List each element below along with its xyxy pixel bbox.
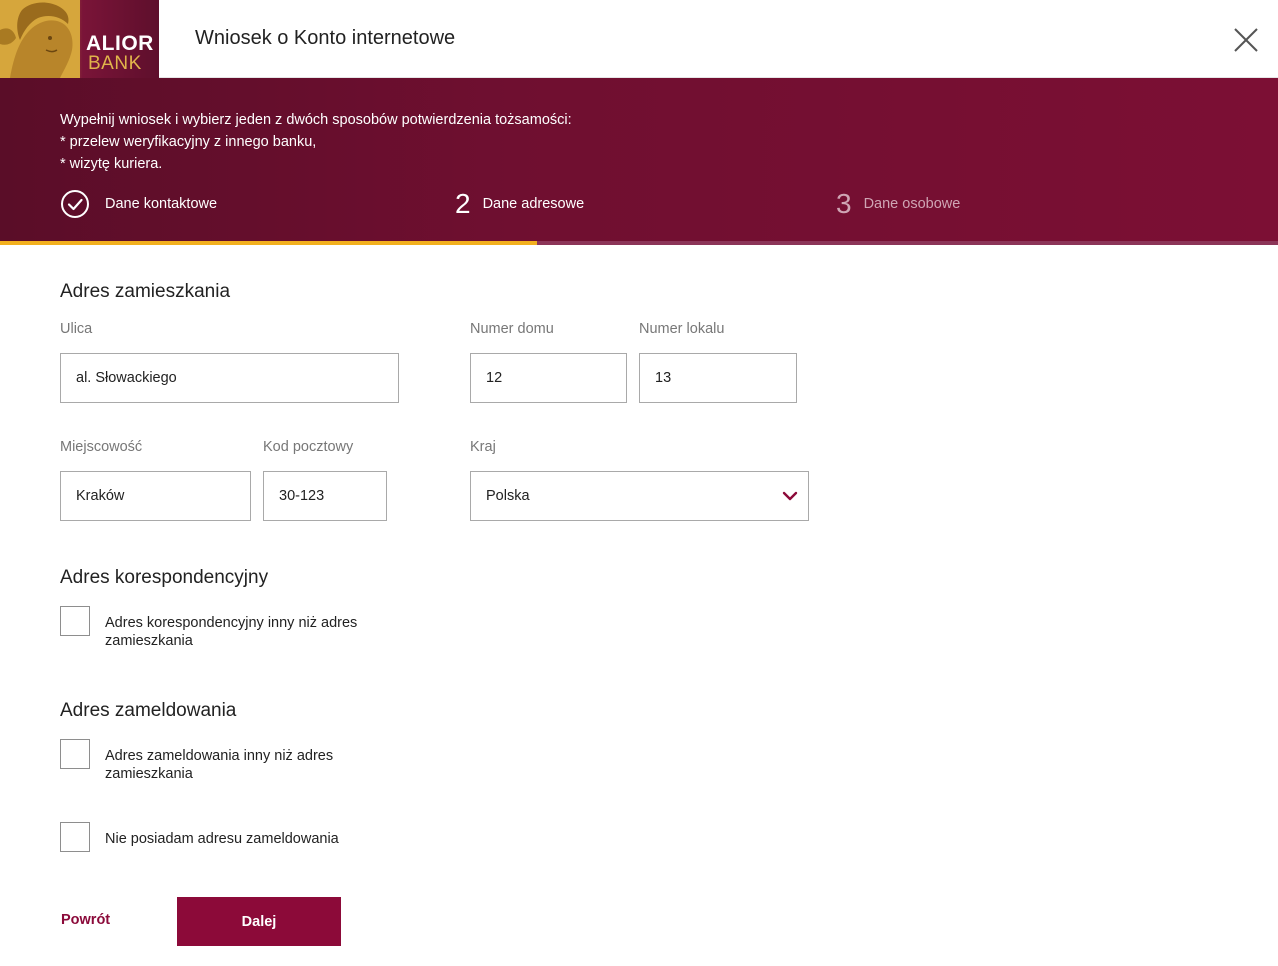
logo-bank-text: BANK: [88, 53, 142, 74]
country-selected-value: Polska: [486, 488, 530, 504]
next-button[interactable]: Dalej: [177, 897, 341, 946]
city-input[interactable]: [76, 488, 235, 504]
no-registration-label[interactable]: Nie posiadam adresu zameldowania: [105, 830, 339, 848]
banner-option-transfer: * przelew weryfikacyjny z innego banku,: [60, 134, 317, 150]
step-label: Dane kontaktowe: [105, 196, 218, 212]
alior-bank-logo[interactable]: ALIOR BANK: [0, 0, 159, 78]
page-title: Wniosek o Konto internetowe: [195, 27, 456, 49]
flat-number-input[interactable]: [655, 370, 781, 386]
postal-code-input[interactable]: [279, 488, 371, 504]
step-contact-data: Dane kontaktowe: [60, 189, 217, 219]
logo-face-icon: [0, 0, 80, 78]
label-line: zamieszkania: [105, 633, 193, 649]
step-number: 2: [455, 188, 471, 219]
registration-different-label[interactable]: Adres zameldowania inny niż adres zamies…: [105, 747, 333, 783]
step-address-data: 2 Dane adresowe: [455, 189, 584, 219]
registration-section-title: Adres zameldowania: [60, 700, 237, 721]
correspondence-section-title: Adres korespondencyjny: [60, 567, 269, 588]
house-number-label: Numer domu: [470, 321, 554, 337]
house-number-field[interactable]: [470, 353, 627, 403]
close-icon[interactable]: [1232, 26, 1260, 54]
city-field[interactable]: [60, 471, 251, 521]
flat-number-field[interactable]: [639, 353, 797, 403]
label-line: Adres korespondencyjny inny niż adres: [105, 615, 358, 631]
chevron-down-icon: [782, 491, 798, 501]
flat-number-label: Numer lokalu: [639, 321, 725, 337]
info-banner: Wypełnij wniosek i wybierz jeden z dwóch…: [0, 78, 1278, 241]
street-input[interactable]: [76, 370, 383, 386]
progress-bar: [0, 241, 1278, 245]
banner-instructions: Wypełnij wniosek i wybierz jeden z dwóch…: [60, 109, 572, 175]
postal-code-field[interactable]: [263, 471, 387, 521]
step-personal-data: 3 Dane osobowe: [836, 189, 960, 219]
street-label: Ulica: [60, 321, 93, 337]
step-number: 3: [836, 188, 852, 219]
banner-option-courier: * wizytę kuriera.: [60, 156, 163, 172]
progress-bar-fill: [0, 241, 537, 245]
label-line: Adres zameldowania inny niż adres: [105, 748, 334, 764]
city-label: Miejscowość: [60, 439, 143, 455]
postal-code-label: Kod pocztowy: [263, 439, 354, 455]
header: ALIOR BANK Wniosek o Konto internetowe: [0, 0, 1278, 78]
registration-different-checkbox[interactable]: [60, 739, 90, 769]
country-label: Kraj: [470, 439, 496, 455]
step-label: Dane adresowe: [482, 196, 585, 212]
check-circle-icon: [61, 190, 89, 218]
correspondence-different-checkbox[interactable]: [60, 606, 90, 636]
house-number-input[interactable]: [486, 370, 611, 386]
banner-intro: Wypełnij wniosek i wybierz jeden z dwóch…: [60, 112, 572, 128]
country-select[interactable]: Polska: [470, 471, 809, 521]
label-line: zamieszkania: [105, 766, 193, 782]
street-field[interactable]: [60, 353, 399, 403]
correspondence-different-label[interactable]: Adres korespondencyjny inny niż adres za…: [105, 614, 357, 650]
step-label: Dane osobowe: [863, 196, 961, 212]
back-button[interactable]: Powrót: [61, 912, 110, 928]
no-registration-checkbox[interactable]: [60, 822, 90, 852]
residence-section-title: Adres zamieszkania: [60, 281, 231, 302]
